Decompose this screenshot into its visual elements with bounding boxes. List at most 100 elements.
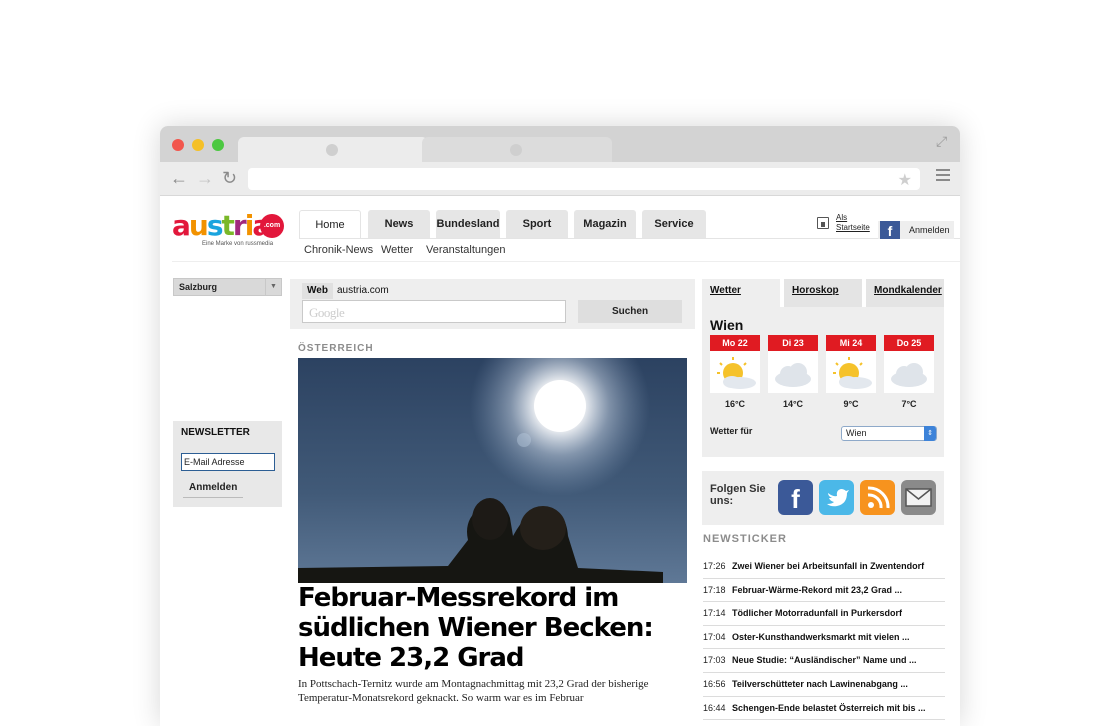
tab-bar: ⤢ bbox=[160, 126, 960, 162]
home-icon bbox=[817, 217, 829, 229]
weather-day[interactable]: Mo 22 16°C bbox=[710, 335, 760, 415]
newsticker-title: NEWSTICKER bbox=[703, 533, 787, 545]
subnav-chronik-news[interactable]: Chronik-News bbox=[304, 244, 373, 256]
tab-horoskop[interactable]: Horoskop bbox=[784, 279, 862, 307]
tab-wetter[interactable]: Wetter bbox=[702, 279, 780, 307]
newsticker-time: 16:56 bbox=[703, 678, 726, 689]
newsletter-box: NEWSLETTER E-Mail Adresse Anmelden bbox=[173, 421, 282, 507]
subnav-wetter[interactable]: Wetter bbox=[381, 244, 413, 256]
zoom-window-button[interactable] bbox=[212, 139, 224, 151]
forward-arrow-icon[interactable]: → bbox=[196, 169, 214, 187]
fullscreen-icon[interactable]: ⤢ bbox=[936, 134, 950, 148]
newsticker-item[interactable]: 17:03 Neue Studie: “Ausländischer” Name u… bbox=[703, 649, 945, 673]
sun-cloud-icon bbox=[710, 351, 760, 393]
newsticker-item[interactable]: 17:04 Oster-Kunsthandwerksmarkt mit viele… bbox=[703, 626, 945, 650]
region-select[interactable]: Salzburg ▼ bbox=[173, 278, 282, 296]
article-kicker: ÖSTERREICH bbox=[298, 343, 374, 354]
newsticker-time: 17:04 bbox=[703, 631, 726, 642]
cloud-icon bbox=[768, 351, 818, 393]
search-tab-web[interactable]: Web bbox=[302, 283, 333, 299]
weather-day[interactable]: Do 25 7°C bbox=[884, 335, 934, 415]
close-window-button[interactable] bbox=[172, 139, 184, 151]
reload-icon[interactable]: ↻ bbox=[222, 169, 237, 187]
newsticker-time: 17:18 bbox=[703, 584, 726, 595]
web-page: austria .com Eine Marke von russmedia Ho… bbox=[160, 197, 960, 726]
search-box: Web austria.com Google Suchen bbox=[290, 279, 695, 329]
weather-day-label: Do 25 bbox=[884, 335, 934, 351]
sun-cloud-icon bbox=[826, 351, 876, 393]
weather-day-temp: 14°C bbox=[782, 399, 804, 409]
browser-toolbar: ← → ↻ ★ bbox=[160, 162, 960, 196]
newsticker-item[interactable]: 17:26 Zwei Wiener bei Arbeitsunfall in Zw… bbox=[703, 555, 945, 579]
weather-day-label: Mo 22 bbox=[710, 335, 760, 351]
dropdown-arrow-icon: ▼ bbox=[265, 279, 281, 295]
weather-for-label: Wetter für bbox=[710, 426, 753, 436]
newsticker-time: 17:26 bbox=[703, 561, 726, 571]
newsticker-time: 17:14 bbox=[703, 608, 726, 619]
logo-badge: .com bbox=[260, 214, 284, 238]
follow-us-box: Folgen Sie uns: f bbox=[702, 471, 944, 525]
search-button[interactable]: Suchen bbox=[578, 300, 682, 323]
nav-tab-sport[interactable]: Sport bbox=[506, 210, 568, 238]
address-bar[interactable]: ★ bbox=[248, 168, 920, 190]
newsticker-item[interactable]: 17:14 Tödlicher Motorradunfall in Purkers… bbox=[703, 602, 945, 626]
browser-tab-active[interactable] bbox=[238, 137, 428, 162]
browser-tab-inactive[interactable] bbox=[422, 137, 612, 162]
follow-us-label: Folgen Sie uns: bbox=[710, 483, 766, 507]
newsticker-item[interactable]: 16:44 Schengen-Ende belastet Österreich m… bbox=[703, 697, 945, 721]
nav-tab-magazin[interactable]: Magazin bbox=[574, 210, 636, 238]
newsticker-text: Zwei Wiener bei Arbeitsunfall in Zwenten… bbox=[732, 561, 925, 571]
newsticker-text: Tödlicher Motorradunfall in Purkersdorf bbox=[732, 608, 903, 619]
weather-city-select-value: Wien bbox=[846, 428, 867, 438]
set-homepage-label: Als Startseite bbox=[836, 213, 870, 232]
austria-com-logo[interactable]: austria .com Eine Marke von russmedia bbox=[172, 211, 284, 251]
select-arrows-icon: ⇕ bbox=[924, 426, 936, 441]
header-divider bbox=[172, 261, 960, 262]
newsticker-item[interactable]: 16:56 Teilverschütteter nach Lawinenabgan… bbox=[703, 673, 945, 697]
weather-day[interactable]: Mi 24 9°C bbox=[826, 335, 876, 415]
newsletter-title: NEWSLETTER bbox=[181, 427, 250, 438]
weather-day-temp: 16°C bbox=[724, 399, 746, 409]
nav-divider bbox=[299, 238, 960, 239]
newsletter-email-input[interactable]: E-Mail Adresse bbox=[181, 453, 275, 471]
nav-tab-bundesland[interactable]: Bundesland bbox=[436, 210, 500, 238]
article-headline[interactable]: Februar-Messrekord im südlichen Wiener B… bbox=[298, 583, 678, 673]
google-watermark: Google bbox=[309, 305, 345, 320]
menu-icon[interactable] bbox=[936, 169, 950, 184]
newsticker-text: Februar-Wärme-Rekord mit 23,2 Grad ... bbox=[732, 584, 903, 595]
minimize-window-button[interactable] bbox=[192, 139, 204, 151]
article-teaser: In Pottschach-Ternitz wurde am Montagnac… bbox=[298, 678, 649, 704]
facebook-icon[interactable]: f bbox=[778, 480, 813, 515]
right-panel-tabs: Wetter Horoskop Mondkalender bbox=[702, 279, 960, 307]
set-homepage-link[interactable]: Als Startseite bbox=[817, 213, 877, 233]
facebook-login-button[interactable]: f Anmelden bbox=[878, 221, 954, 239]
nav-tab-home[interactable]: Home bbox=[299, 210, 361, 238]
newsticker-item[interactable]: 17:18 Februar-Wärme-Rekord mit 23,2 Grad … bbox=[703, 579, 945, 603]
cloud-icon bbox=[884, 351, 934, 393]
weather-panel: Wien Mo 22 16°C Di 23 14°C Mi 24 9°C Do … bbox=[702, 307, 944, 457]
mail-icon[interactable] bbox=[901, 480, 936, 515]
article-hero-image[interactable] bbox=[298, 358, 687, 583]
tab-favicon bbox=[326, 144, 338, 156]
logo-tagline: Eine Marke von russmedia bbox=[202, 241, 274, 247]
rss-icon[interactable] bbox=[860, 480, 895, 515]
facebook-icon: f bbox=[880, 221, 900, 239]
search-tab-site[interactable]: austria.com bbox=[337, 283, 389, 299]
back-arrow-icon[interactable]: ← bbox=[170, 169, 188, 187]
newsticker-time: 17:03 bbox=[703, 655, 726, 666]
weather-day-temp: 7°C bbox=[901, 399, 917, 409]
weather-city-select[interactable]: Wien ⇕ bbox=[841, 426, 937, 441]
bookmark-star-icon[interactable]: ★ bbox=[898, 170, 912, 190]
nav-tab-service[interactable]: Service bbox=[642, 210, 706, 238]
search-input[interactable]: Google bbox=[302, 300, 566, 323]
newsletter-subscribe-button[interactable]: Anmelden bbox=[183, 478, 243, 498]
nav-tab-news[interactable]: News bbox=[368, 210, 430, 238]
twitter-icon[interactable] bbox=[819, 480, 854, 515]
newsticker-list: 17:26 Zwei Wiener bei Arbeitsunfall in Zw… bbox=[703, 555, 945, 721]
tab-favicon bbox=[510, 144, 522, 156]
logo-wordmark: austria bbox=[172, 209, 271, 242]
subnav-veranstaltungen[interactable]: Veranstaltungen bbox=[426, 244, 506, 256]
browser-window: ⤢ ← → ↻ ★ austria .com Eine Marke von ru… bbox=[160, 126, 960, 726]
tab-mondkalender[interactable]: Mondkalender bbox=[866, 279, 944, 307]
weather-day[interactable]: Di 23 14°C bbox=[768, 335, 818, 415]
